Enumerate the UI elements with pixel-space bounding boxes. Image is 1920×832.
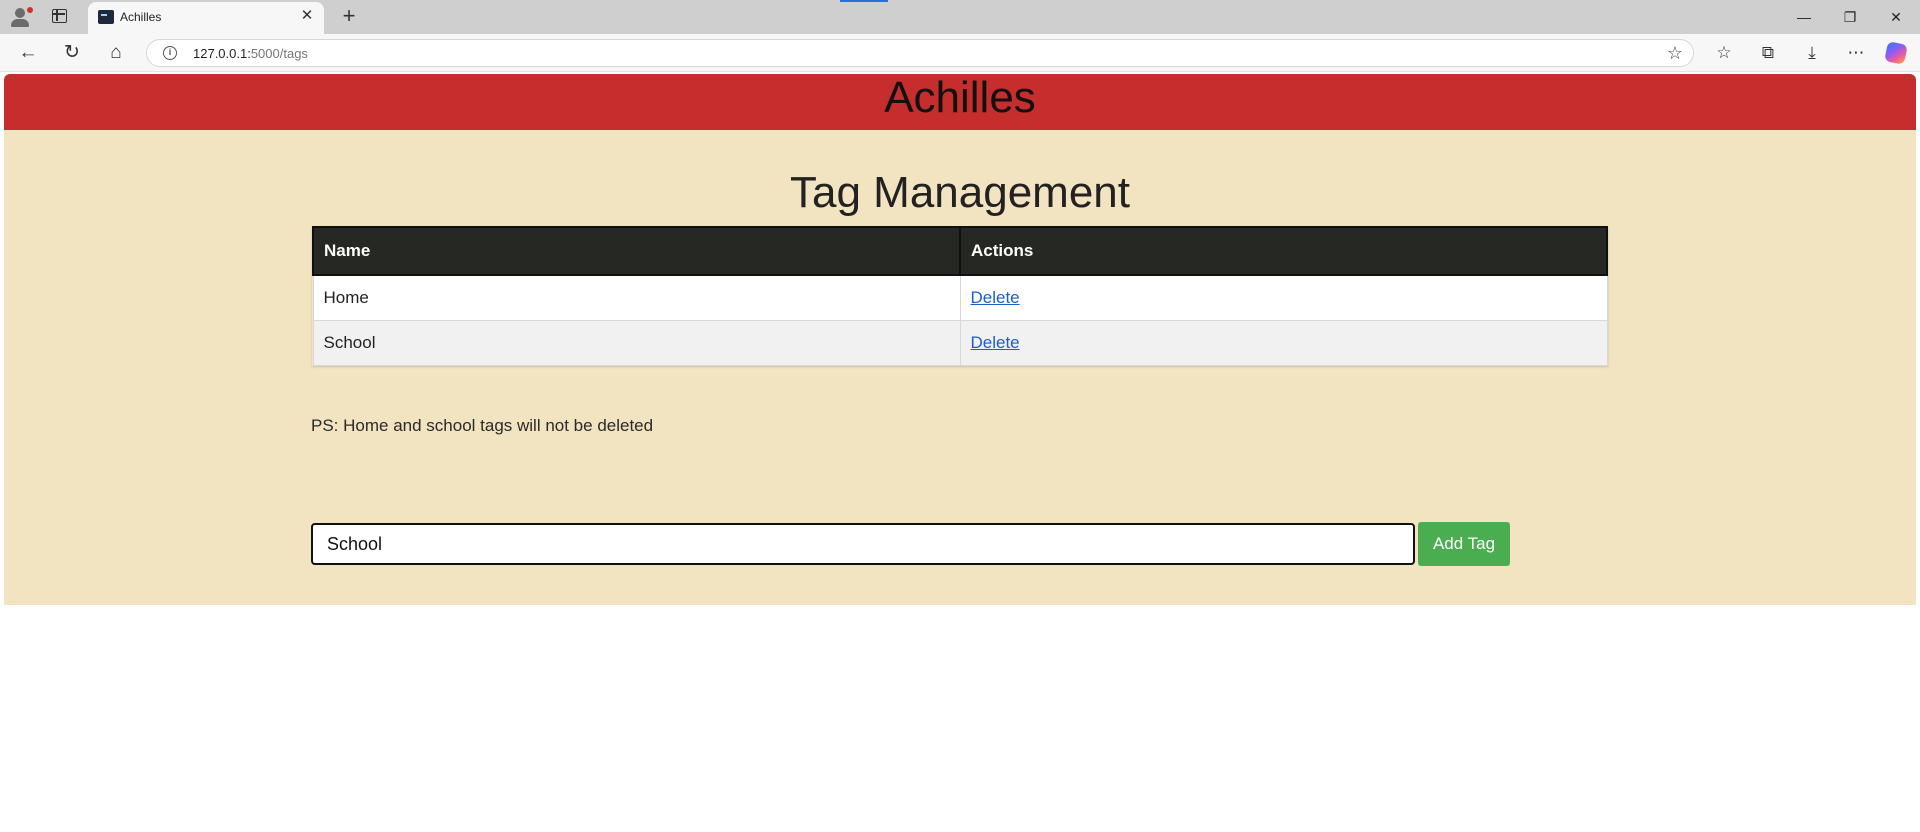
note-text: PS: Home and school tags will not be del…: [311, 416, 654, 435]
web-page: Achilles Tag Management Name Actions Hom…: [4, 74, 1916, 832]
main-content: Tag Management Name Actions Home Delete …: [4, 130, 1916, 605]
tab-actions-icon[interactable]: [52, 9, 67, 23]
tag-name-cell: School: [312, 319, 961, 366]
copilot-icon[interactable]: [1884, 41, 1908, 65]
favorites-icon[interactable]: ☆: [1710, 40, 1738, 66]
actions-cell: Delete: [959, 319, 1608, 366]
table-header-row: Name Actions: [312, 226, 1608, 276]
close-window-button[interactable]: ✕: [1874, 4, 1918, 30]
tab-title: Achilles: [120, 10, 162, 24]
close-tab-icon[interactable]: ✕: [298, 7, 316, 25]
delete-link-school[interactable]: Delete: [971, 333, 1020, 352]
tag-name-input[interactable]: [311, 523, 1415, 565]
minimize-button[interactable]: —: [1782, 4, 1826, 30]
profile-icon[interactable]: [8, 6, 34, 28]
favicon-icon: [98, 10, 114, 24]
site-header: Achilles: [4, 74, 1916, 130]
back-arrow-icon[interactable]: ←: [14, 40, 42, 66]
browser-tab-achilles[interactable]: Achilles ✕: [88, 2, 324, 34]
add-tag-button[interactable]: Add Tag: [1418, 522, 1510, 566]
browser-tab-bar: Achilles ✕ + — ❐ ✕: [0, 0, 1920, 34]
url-path: 5000/tags: [250, 46, 308, 61]
url-text[interactable]: 127.0.0.1:5000/tags: [193, 46, 308, 61]
favorite-star-icon[interactable]: ☆: [1667, 43, 1683, 64]
downloads-icon[interactable]: ⤓: [1798, 40, 1826, 66]
tag-name-cell: Home: [312, 274, 961, 321]
restore-button[interactable]: ❐: [1828, 4, 1872, 30]
tab-indicator: [840, 0, 888, 2]
more-menu-icon[interactable]: ⋯: [1842, 40, 1870, 66]
browser-toolbar: ← ↻ ⌂ i 127.0.0.1:5000/tags ☆ ☆ ⧉ ⤓ ⋯: [0, 34, 1920, 72]
collections-icon[interactable]: ⧉: [1754, 40, 1782, 66]
table-row: Home Delete: [312, 274, 1608, 321]
reload-icon[interactable]: ↻: [58, 40, 86, 66]
new-tab-button[interactable]: +: [338, 4, 360, 28]
address-bar[interactable]: i 127.0.0.1:5000/tags ☆: [146, 39, 1694, 67]
column-header-actions: Actions: [959, 226, 1608, 276]
site-info-icon[interactable]: i: [163, 46, 177, 60]
home-icon[interactable]: ⌂: [102, 40, 130, 66]
url-host: 127.0.0.1:: [193, 46, 251, 61]
delete-link-home[interactable]: Delete: [971, 288, 1020, 307]
tags-table: Name Actions Home Delete School Delete: [312, 226, 1608, 366]
page-title: Tag Management: [790, 168, 1130, 217]
column-header-name: Name: [312, 226, 961, 276]
table-row: School Delete: [312, 319, 1608, 366]
actions-cell: Delete: [959, 274, 1608, 321]
site-title: Achilles: [884, 73, 1036, 122]
